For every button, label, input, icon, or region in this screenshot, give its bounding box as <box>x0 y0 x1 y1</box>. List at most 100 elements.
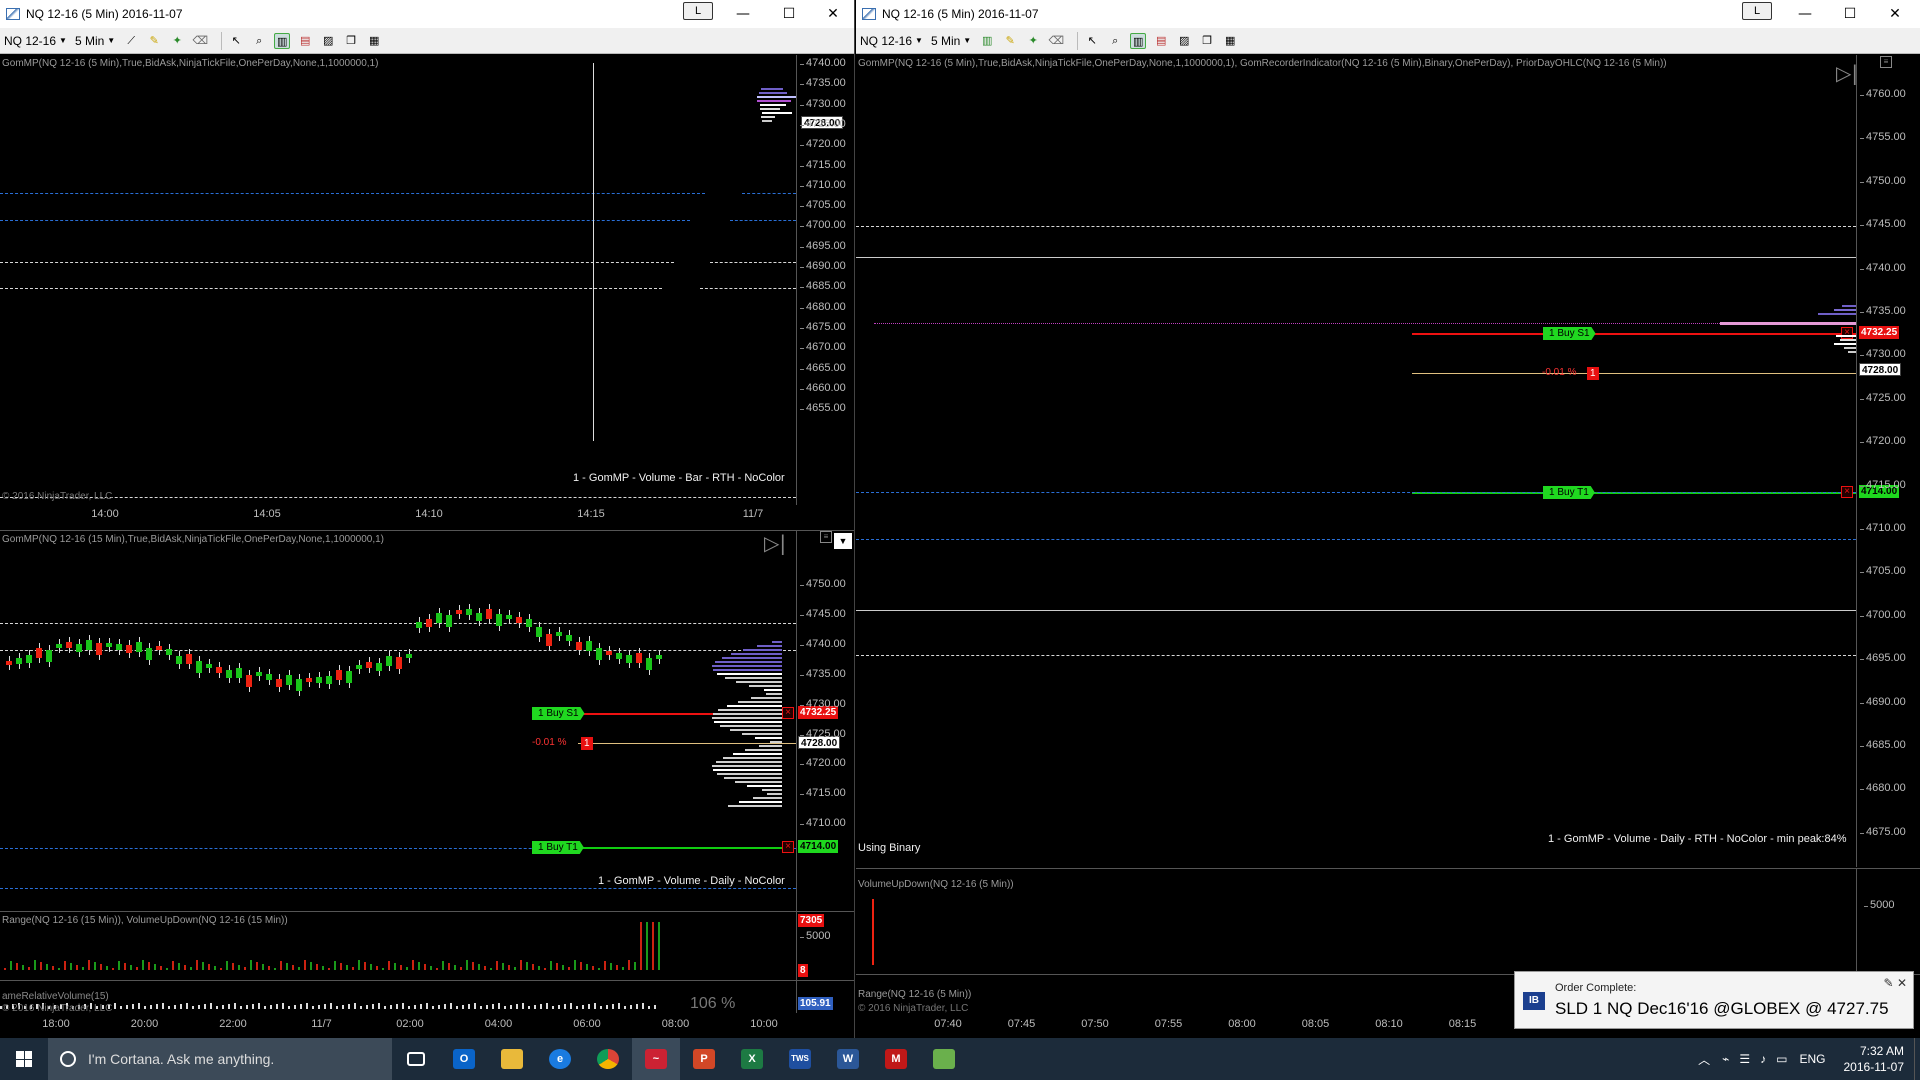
right-titlebar[interactable]: NQ 12-16 (5 Min) 2016-11-07 L — ☐ ✕ <box>856 0 1920 28</box>
pin-icon[interactable]: ✎ <box>1884 976 1894 990</box>
minimize-button[interactable]: — <box>720 0 766 28</box>
outlook-app[interactable]: O <box>440 1038 488 1080</box>
pointer-icon[interactable]: ↖ <box>1084 33 1100 49</box>
ninjatrader-app[interactable]: ~ <box>632 1038 680 1080</box>
network-icon[interactable]: ⌁ <box>1722 1052 1729 1066</box>
zoom-icon[interactable]: ⌕ <box>251 33 267 49</box>
indicators-icon[interactable]: ▥ <box>274 32 291 49</box>
instrument-selector[interactable]: NQ 12-16 ▼ <box>860 34 923 48</box>
magic-wand-icon[interactable]: ✦ <box>1025 33 1041 49</box>
start-button[interactable] <box>0 1038 48 1080</box>
cancel-stop-icon[interactable]: × <box>782 707 794 719</box>
scroll-to-end-icon[interactable]: ▷| <box>1836 61 1858 85</box>
show-desktop-button[interactable] <box>1914 1038 1920 1080</box>
line-chart-style-icon[interactable]: ⟋ <box>123 33 139 49</box>
cancel-target-icon[interactable]: × <box>782 841 794 853</box>
powerpoint-app[interactable]: P <box>680 1038 728 1080</box>
relvol-bar <box>630 1005 632 1009</box>
eraser-icon[interactable]: ⌫ <box>1048 33 1064 49</box>
order-panel-icon[interactable]: ▦ <box>366 33 382 49</box>
cortana-search[interactable]: I'm Cortana. Ask me anything. <box>48 1038 392 1080</box>
strategies-icon[interactable]: ▤ <box>1153 33 1169 49</box>
right-price-panel[interactable]: GomMP(NQ 12-16 (5 Min),True,BidAsk,Ninja… <box>856 55 1920 867</box>
right-chart-window[interactable]: NQ 12-16 (5 Min) 2016-11-07 L — ☐ ✕ NQ 1… <box>856 0 1920 1038</box>
copy-icon[interactable]: ❐ <box>343 33 359 49</box>
minimize-button[interactable]: — <box>1782 0 1828 28</box>
close-button[interactable]: ✕ <box>810 0 854 28</box>
interval-selector[interactable]: 5 Min ▼ <box>931 34 971 48</box>
stop-order-line[interactable] <box>1412 333 1856 335</box>
time-tick: 08:15 <box>1448 1018 1477 1030</box>
properties-icon[interactable]: ▨ <box>320 33 336 49</box>
level-line <box>730 220 796 221</box>
left-titlebar[interactable]: NQ 12-16 (5 Min) 2016-11-07 L — ☐ ✕ <box>0 0 854 28</box>
excel-app[interactable]: X <box>728 1038 776 1080</box>
properties-icon[interactable]: ▨ <box>1176 33 1192 49</box>
chrome-app[interactable] <box>584 1038 632 1080</box>
pencil-icon[interactable]: ✎ <box>1002 33 1018 49</box>
relvol-panel[interactable]: ameRelativeVolume(15) 106 % © 2016 Ninja… <box>0 981 854 1013</box>
stop-order-label[interactable]: 1 Buy S1 <box>1543 327 1596 340</box>
word-app[interactable]: W <box>824 1038 872 1080</box>
target-order-label[interactable]: 1 Buy T1 <box>532 841 584 854</box>
mid-price-panel[interactable]: GomMP(NQ 12-16 (15 Min),True,BidAsk,Ninj… <box>0 531 854 911</box>
green-app[interactable] <box>920 1038 968 1080</box>
pointer-icon[interactable]: ↖ <box>228 33 244 49</box>
time-tick: 11/7 <box>311 1018 332 1030</box>
target-order-label[interactable]: 1 Buy T1 <box>1543 486 1595 499</box>
zoom-icon[interactable]: ⌕ <box>1107 33 1123 49</box>
link-button[interactable]: L <box>1742 2 1772 20</box>
order-notification[interactable]: IB Order Complete: SLD 1 NQ Dec16'16 @GL… <box>1514 971 1914 1029</box>
profile-bar <box>764 689 782 691</box>
left-chart-window[interactable]: NQ 12-16 (5 Min) 2016-11-07 L — ☐ ✕ NQ 1… <box>0 0 855 1038</box>
volume-bar <box>46 964 48 970</box>
indicators-icon[interactable]: ▥ <box>1130 32 1147 49</box>
bar-chart-style-icon[interactable]: ▥ <box>979 33 995 49</box>
strategies-icon[interactable]: ▤ <box>297 33 313 49</box>
volume-icon[interactable]: ♪ <box>1760 1052 1766 1066</box>
maximize-button[interactable]: ☐ <box>1827 0 1873 28</box>
task-view-button[interactable] <box>392 1038 440 1080</box>
pencil-icon[interactable]: ✎ <box>146 33 162 49</box>
order-panel-icon[interactable]: ▦ <box>1222 33 1238 49</box>
edge-icon: e <box>549 1049 571 1069</box>
target-order-line[interactable] <box>580 847 792 849</box>
interval-selector[interactable]: 5 Min ▼ <box>75 34 115 48</box>
link-button[interactable]: L <box>683 2 713 20</box>
file-explorer-app[interactable] <box>488 1038 536 1080</box>
cancel-stop-icon[interactable]: × <box>1841 327 1853 339</box>
magic-wand-icon[interactable]: ✦ <box>169 33 185 49</box>
price-tick: 4660.00 <box>800 382 848 394</box>
copy-icon[interactable]: ❐ <box>1199 33 1215 49</box>
level-line <box>0 888 796 889</box>
wifi-icon[interactable]: ☰ <box>1739 1052 1750 1066</box>
top-price-panel[interactable]: GomMP(NQ 12-16 (5 Min),True,BidAsk,Ninja… <box>0 55 854 505</box>
language-indicator[interactable]: ENG <box>1799 1052 1825 1066</box>
close-icon[interactable]: ✕ <box>1897 976 1907 990</box>
ninjatrader-icon: ~ <box>645 1049 667 1069</box>
right-volume-panel[interactable]: VolumeUpDown(NQ 12-16 (5 Min)) <box>856 869 1920 973</box>
volume-tick: 5000 <box>800 930 848 942</box>
action-center-icon[interactable]: ▭ <box>1776 1052 1787 1066</box>
edge-app[interactable]: e <box>536 1038 584 1080</box>
eraser-icon[interactable]: ⌫ <box>192 33 208 49</box>
volume-bar <box>532 964 534 970</box>
clock[interactable]: 7:32 AM 2016-11-07 <box>1844 1043 1905 1075</box>
volume-axis[interactable] <box>1856 869 1920 973</box>
left-volume-panel[interactable]: Range(NQ 12-16 (15 Min)), VolumeUpDown(N… <box>0 912 854 980</box>
cancel-target-icon[interactable]: × <box>1841 486 1853 498</box>
instrument-selector[interactable]: NQ 12-16 ▼ <box>4 34 67 48</box>
volume-bar <box>328 968 330 970</box>
mcafee-app[interactable]: M <box>872 1038 920 1080</box>
stop-order-label[interactable]: 1 Buy S1 <box>532 707 585 720</box>
relvol-bar <box>354 1003 356 1009</box>
relvol-bar <box>492 1004 494 1009</box>
maximize-button[interactable]: ☐ <box>766 0 812 28</box>
scroll-to-end-icon[interactable]: ▷| <box>764 531 786 555</box>
chevron-up-icon[interactable]: ︿ <box>1698 1051 1710 1068</box>
quantity-badge[interactable]: 1 <box>1587 367 1599 380</box>
quantity-badge[interactable]: 1 <box>581 737 593 750</box>
word-icon: W <box>837 1049 859 1069</box>
close-button[interactable]: ✕ <box>1872 0 1918 28</box>
tws-app[interactable]: TWS <box>776 1038 824 1080</box>
